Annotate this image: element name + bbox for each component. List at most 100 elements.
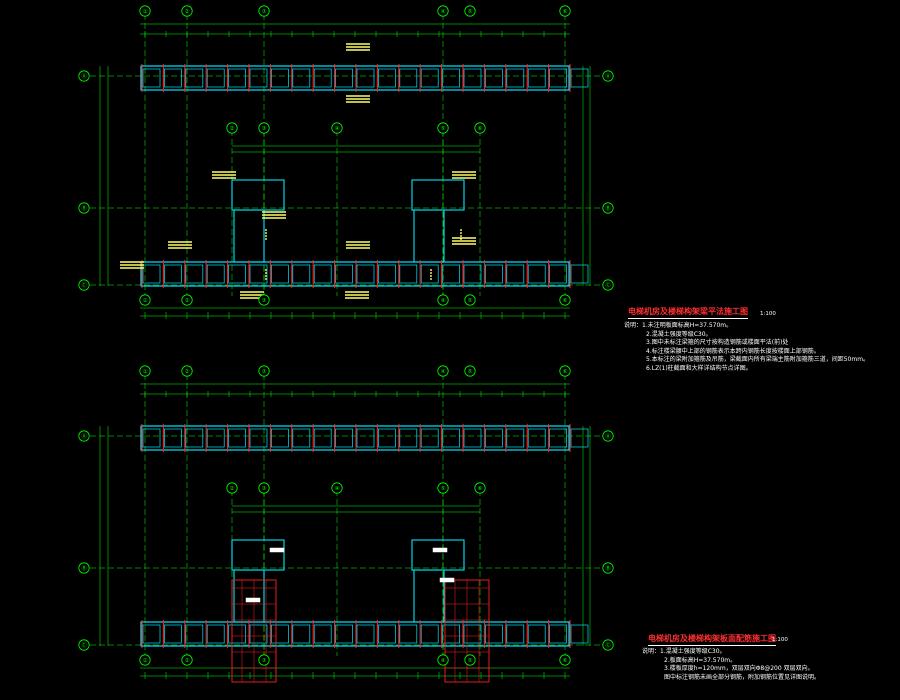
wall-cell: [527, 68, 546, 88]
stair-core: [231, 539, 285, 571]
wall-cell: [313, 624, 332, 644]
axis-label: ①: [143, 9, 148, 15]
stair-core: [411, 539, 465, 571]
top-plan-notes: 说明：1.未注明板面标高H=37.570m。 2.混凝土强度等级C30。 3.图…: [624, 322, 869, 374]
wall-strip: [140, 425, 570, 451]
wall-cell: [335, 624, 353, 644]
axis-label: ②: [185, 368, 190, 375]
wall-cell: [164, 264, 182, 284]
wall-cell: [399, 428, 418, 448]
axis-label: Ⓒ: [81, 281, 87, 289]
wall-cell: [506, 264, 525, 284]
axis-grid-layer: [90, 14, 600, 656]
wall-cell: [356, 428, 375, 448]
wall-cell: [249, 68, 268, 88]
wall-cell: [292, 428, 311, 448]
stair-shaft: [413, 209, 445, 263]
wall-cell: [271, 624, 289, 644]
axis-label: ④: [441, 658, 446, 664]
wall-cell: [527, 264, 546, 284]
wall-cell: [335, 428, 353, 448]
stair-core: [411, 179, 465, 211]
axis-label: ②: [185, 297, 190, 304]
wall-cell: [463, 428, 482, 448]
rebar-tag: [432, 547, 448, 553]
axis-label: ④: [335, 486, 340, 492]
wall-cell: [206, 264, 225, 284]
wall-cell: [185, 264, 204, 284]
axis-label: ③: [262, 486, 267, 492]
bottom-plan-scale: 1:100: [772, 637, 788, 643]
wall-cell: [549, 624, 567, 644]
axis-label: ②: [185, 8, 190, 15]
wall-cell: [206, 624, 225, 644]
wall-cell: [228, 68, 246, 88]
axis-label: ③: [262, 9, 267, 15]
wall-cell: [249, 264, 268, 284]
wall-cell: [378, 624, 396, 644]
axis-label: ⑥: [478, 486, 483, 492]
axis-label: ③: [262, 369, 267, 375]
wall-cell: [142, 264, 161, 284]
wall-cell: [313, 264, 332, 284]
axis-label: ④: [441, 369, 446, 375]
axis-label: Ⓒ: [605, 641, 611, 649]
wall-cell: [249, 428, 268, 448]
axis-label: ③: [262, 658, 267, 664]
wall-cell: [142, 68, 161, 88]
wall-outline-layer: [140, 65, 589, 647]
wall-cell: [313, 428, 332, 448]
axis-label: Ⓑ: [81, 564, 87, 572]
wall-cell: [142, 624, 161, 644]
wall-cell: [185, 624, 204, 644]
axis-label: ⑤: [468, 9, 473, 15]
wall-cell: [420, 264, 439, 284]
wall-cell: [271, 264, 289, 284]
notes-label: 说明：: [624, 322, 643, 329]
wall-cell: [206, 68, 225, 88]
notes-label: 说明：: [642, 648, 661, 655]
axis-label: ⑥: [563, 369, 568, 375]
wall-cell: [485, 264, 503, 284]
wall-cell: [378, 68, 396, 88]
wall-cell: [463, 68, 482, 88]
wall-cell: [506, 624, 525, 644]
wall-cell: [356, 624, 375, 644]
wall-cell: [228, 624, 246, 644]
axis-label: ①: [143, 658, 148, 664]
axis-label: Ⓒ: [81, 641, 87, 649]
axis-label: ②: [230, 485, 235, 492]
axis-label: Ⓑ: [605, 204, 611, 212]
wall-cell: [206, 428, 225, 448]
axis-label: ④: [441, 9, 446, 15]
axis-label: ③: [262, 298, 267, 304]
wall-cell: [378, 428, 396, 448]
wall-cell: [442, 68, 460, 88]
stair-shaft: [233, 209, 265, 263]
axis-label: ⑥: [563, 658, 568, 664]
axis-label: ⑤: [468, 298, 473, 304]
axis-label: Ⓐ: [605, 432, 611, 440]
wall-cell: [356, 264, 375, 284]
axis-label: ⑥: [563, 9, 568, 15]
wall-cell: [142, 428, 161, 448]
wall-cell: [420, 624, 439, 644]
axis-label: ③: [262, 126, 267, 132]
wall-cell: [399, 624, 418, 644]
axis-bubble-layer: ① ② ③ ④ ⑤ ⑥ ② ③ ④ ⑤ ⑥ ① ② ③ ④ ⑤ ⑥ Ⓐ Ⓐ Ⓑ Ⓑ Ⓒ Ⓒ ① ② ③ ④ ⑤ ⑥ ② ③ ④ ⑤ ⑥ ① ② ③ ④ ⑤ ⑥…: [78, 5, 614, 666]
wall-cell: [442, 428, 460, 448]
wall-cell: [271, 428, 289, 448]
stair-shaft: [413, 569, 445, 623]
axis-label: ⑥: [563, 298, 568, 304]
note-line: 图中标注钢筋未画全部分钢筋，附加钢筋位置见详图说明。: [664, 673, 821, 681]
wall-cell: [420, 428, 439, 448]
wall-cell: [271, 68, 289, 88]
wall-cell: [527, 428, 546, 448]
top-plan-scale: 1:100: [760, 311, 776, 317]
axis-label: Ⓑ: [605, 564, 611, 572]
wall-cell: [506, 68, 525, 88]
wall-cell: [292, 68, 311, 88]
axis-label: ⑤: [468, 658, 473, 664]
wall-cell: [549, 68, 567, 88]
wall-cell: [292, 624, 311, 644]
